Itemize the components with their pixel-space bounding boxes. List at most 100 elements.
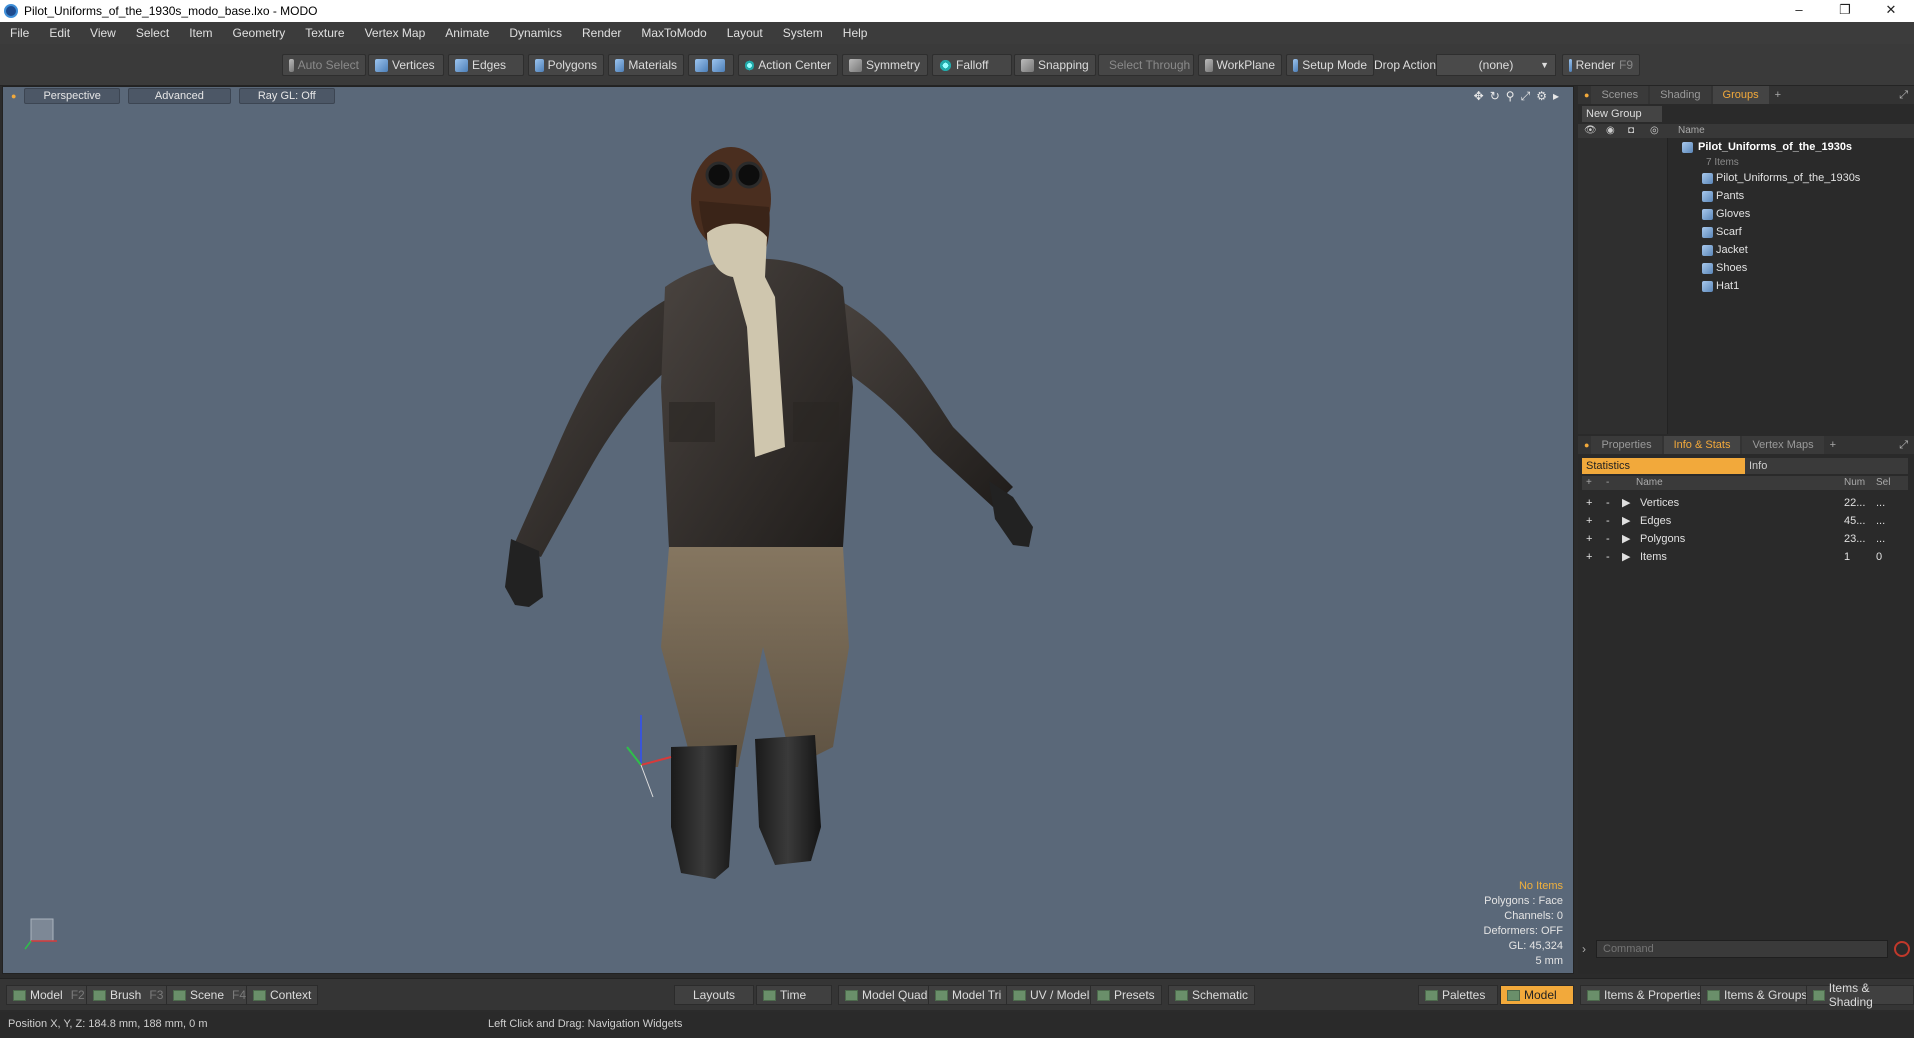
menu-texture[interactable]: Texture: [295, 22, 354, 44]
remove-icon[interactable]: -: [1606, 530, 1610, 548]
visibility-eye-icon[interactable]: 👁: [1584, 125, 1597, 136]
materials-button[interactable]: Materials: [608, 54, 684, 76]
add-tab-icon[interactable]: +: [1826, 439, 1840, 451]
select-through-button[interactable]: Select Through: [1098, 54, 1194, 76]
schematic-tab[interactable]: Schematic: [1168, 985, 1256, 1005]
remove-icon[interactable]: -: [1606, 512, 1610, 530]
expand-panel-icon[interactable]: ⤢: [1899, 89, 1908, 102]
group-root[interactable]: Pilot_Uniforms_of_the_1930s: [1668, 138, 1914, 156]
scene-layout-tab[interactable]: Scene F4: [166, 985, 254, 1005]
lock-icon[interactable]: ◘: [1628, 125, 1634, 136]
vertices-button[interactable]: Vertices: [368, 54, 444, 76]
shading-mode-tab[interactable]: Advanced: [127, 88, 231, 104]
maximize-view-icon[interactable]: ⤢: [1521, 89, 1531, 104]
pilot-character-model[interactable]: [493, 127, 1053, 967]
add-icon[interactable]: +: [1586, 530, 1592, 548]
menu-edit[interactable]: Edit: [39, 22, 80, 44]
group-item-jacket[interactable]: Jacket: [1668, 241, 1914, 259]
model-interface-tab[interactable]: Model: [1500, 985, 1574, 1005]
drop-action-dropdown[interactable]: (none) ▼: [1436, 54, 1556, 76]
new-group-button[interactable]: New Group: [1582, 106, 1662, 122]
model-quad-tab[interactable]: Model Quad: [838, 985, 935, 1005]
menu-select[interactable]: Select: [126, 22, 179, 44]
menu-render[interactable]: Render: [572, 22, 631, 44]
group-item-scarf[interactable]: Scarf: [1668, 223, 1914, 241]
tab-info[interactable]: Info: [1745, 458, 1908, 474]
remove-icon[interactable]: -: [1606, 494, 1610, 512]
menu-system[interactable]: System: [773, 22, 833, 44]
setup-mode-button[interactable]: Setup Mode: [1286, 54, 1374, 76]
layouts-button[interactable]: Layouts: [674, 985, 755, 1005]
panel-menu-icon[interactable]: ●: [1584, 440, 1589, 450]
menu-maxtomodo[interactable]: MaxToModo: [631, 22, 716, 44]
auto-select-button[interactable]: Auto Select: [282, 54, 366, 76]
expand-arrow-icon[interactable]: ▶: [1622, 512, 1630, 530]
stat-row-edges[interactable]: + - ▶ Edges 45... ...: [1582, 512, 1908, 530]
brush-layout-tab[interactable]: Brush F3: [86, 985, 171, 1005]
tab-info-stats[interactable]: Info & Stats: [1663, 436, 1741, 454]
view-mode-tab[interactable]: Perspective: [24, 88, 120, 104]
zoom-view-icon[interactable]: ⚲: [1506, 89, 1515, 104]
action-center-button[interactable]: Action Center: [738, 54, 838, 76]
items-shading-tab[interactable]: Items & Shading: [1806, 981, 1914, 1009]
polygons-button[interactable]: Polygons: [528, 54, 604, 76]
symmetry-button[interactable]: Symmetry: [842, 54, 928, 76]
selection-sets-button[interactable]: [688, 54, 734, 76]
expand-arrow-icon[interactable]: ▶: [1622, 530, 1630, 548]
render-button[interactable]: Render F9: [1562, 54, 1640, 76]
workplane-button[interactable]: WorkPlane: [1198, 54, 1282, 76]
menu-animate[interactable]: Animate: [435, 22, 499, 44]
rotate-view-icon[interactable]: ↻: [1490, 89, 1500, 104]
edges-button[interactable]: Edges: [448, 54, 524, 76]
snapping-button[interactable]: Snapping: [1014, 54, 1096, 76]
select-lock-icon[interactable]: ◎: [1650, 125, 1659, 136]
view-orientation-cube[interactable]: [21, 913, 61, 953]
minimize-button[interactable]: –: [1776, 0, 1822, 22]
tab-scenes[interactable]: Scenes: [1591, 86, 1649, 104]
more-arrow-icon[interactable]: ▸: [1553, 89, 1559, 104]
add-icon[interactable]: +: [1586, 512, 1592, 530]
stat-row-vertices[interactable]: + - ▶ Vertices 22... ...: [1582, 494, 1908, 512]
restore-button[interactable]: ❐: [1822, 0, 1868, 22]
group-item-pilot-mesh[interactable]: Pilot_Uniforms_of_the_1930s: [1668, 169, 1914, 187]
menu-geometry[interactable]: Geometry: [223, 22, 296, 44]
viewport-menu-icon[interactable]: ●: [11, 91, 16, 101]
tab-shading[interactable]: Shading: [1650, 86, 1711, 104]
settings-gear-icon[interactable]: ⚙: [1536, 89, 1547, 104]
menu-help[interactable]: Help: [833, 22, 878, 44]
close-button[interactable]: ✕: [1868, 0, 1914, 22]
add-tab-icon[interactable]: +: [1771, 89, 1785, 101]
model-tri-tab[interactable]: Model Tri: [928, 985, 1009, 1005]
group-item-shoes[interactable]: Shoes: [1668, 259, 1914, 277]
expand-arrow-icon[interactable]: ▶: [1622, 494, 1630, 512]
menu-view[interactable]: View: [80, 22, 126, 44]
tab-groups[interactable]: Groups: [1712, 86, 1769, 104]
model-layout-tab[interactable]: Model F2: [6, 985, 92, 1005]
menu-item[interactable]: Item: [179, 22, 222, 44]
menu-vertex-map[interactable]: Vertex Map: [355, 22, 436, 44]
3d-viewport[interactable]: ● Perspective Advanced Ray GL: Off ✥ ↻ ⚲…: [2, 86, 1574, 974]
menu-dynamics[interactable]: Dynamics: [499, 22, 572, 44]
presets-tab[interactable]: Presets: [1090, 985, 1162, 1005]
add-icon[interactable]: +: [1586, 494, 1592, 512]
time-button[interactable]: Time: [756, 985, 832, 1005]
menu-file[interactable]: File: [0, 22, 39, 44]
command-stop-icon[interactable]: [1894, 941, 1910, 957]
uv-model-tab[interactable]: UV / Model: [1006, 985, 1097, 1005]
render-visibility-icon[interactable]: ◉: [1606, 125, 1615, 136]
tab-properties[interactable]: Properties: [1591, 436, 1662, 454]
panel-menu-icon[interactable]: ●: [1584, 90, 1589, 100]
tab-statistics[interactable]: Statistics: [1582, 458, 1745, 474]
collapse-all-icon[interactable]: -: [1606, 476, 1609, 490]
add-icon[interactable]: +: [1586, 548, 1592, 566]
group-item-pants[interactable]: Pants: [1668, 187, 1914, 205]
stat-row-polygons[interactable]: + - ▶ Polygons 23... ...: [1582, 530, 1908, 548]
palettes-button[interactable]: Palettes: [1418, 985, 1498, 1005]
context-layout-tab[interactable]: Context: [246, 985, 319, 1005]
items-properties-tab[interactable]: Items & Properties: [1580, 985, 1710, 1005]
command-history-arrow-icon[interactable]: ›: [1582, 942, 1586, 956]
menu-layout[interactable]: Layout: [717, 22, 773, 44]
command-input[interactable]: [1596, 940, 1888, 958]
expand-all-icon[interactable]: +: [1586, 476, 1592, 490]
stat-row-items[interactable]: + - ▶ Items 1 0: [1582, 548, 1908, 566]
